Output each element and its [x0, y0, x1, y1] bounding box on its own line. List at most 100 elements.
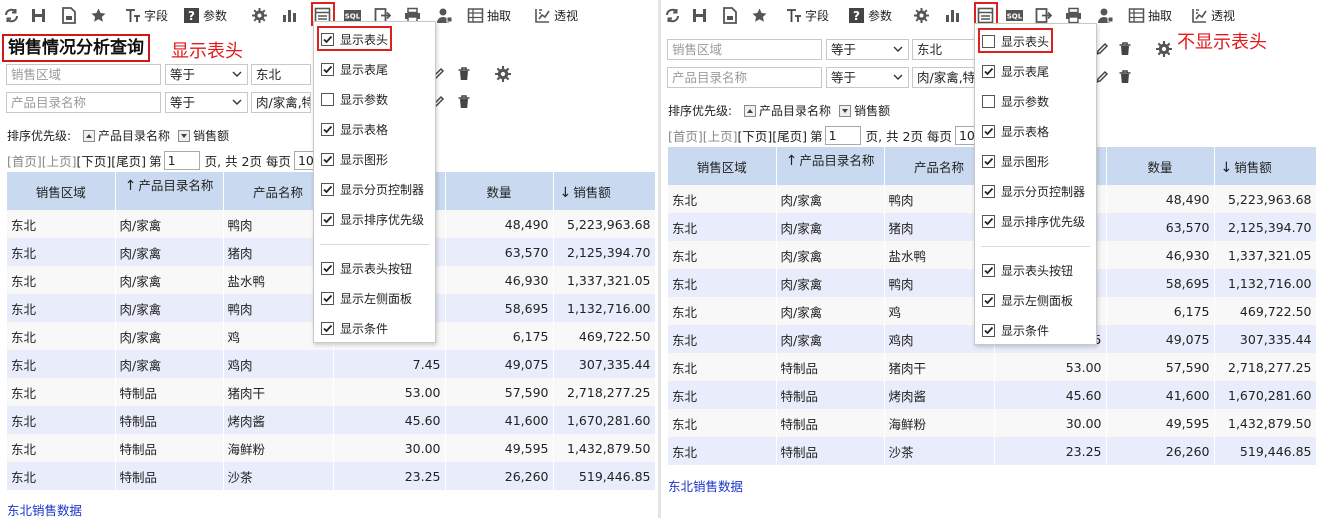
pager-last[interactable]: [尾页]: [111, 151, 146, 170]
header-region[interactable]: 销售区域: [7, 172, 116, 210]
checkbox-checked-icon[interactable]: [321, 182, 334, 196]
menu-option[interactable]: 显示表尾: [321, 59, 388, 79]
save-as-button[interactable]: [60, 4, 77, 26]
favorite-button[interactable]: [90, 4, 107, 26]
menu-option[interactable]: 显示条件: [982, 320, 1049, 340]
sort-chip-sales[interactable]: 销售额: [839, 102, 890, 119]
checkbox-checked-icon[interactable]: [321, 321, 334, 335]
pivot-button[interactable]: 透视: [534, 4, 578, 26]
param-button[interactable]: ? 参数: [183, 4, 227, 26]
menu-option[interactable]: 显示表头按钮: [321, 258, 412, 278]
save-button[interactable]: [30, 4, 47, 26]
menu-option[interactable]: 显示左侧面板: [982, 290, 1073, 310]
user-button[interactable]: [1097, 4, 1114, 26]
sort-chip-category[interactable]: 产品目录名称: [744, 102, 831, 119]
checkbox-checked-icon[interactable]: [982, 154, 995, 168]
filter-field-region[interactable]: 销售区域: [6, 64, 161, 85]
filter-operator-category[interactable]: 等于: [826, 67, 909, 88]
header-category[interactable]: ↑ 产品目录名称: [776, 147, 885, 185]
filter-operator-category[interactable]: 等于: [165, 92, 248, 113]
menu-option[interactable]: 显示左侧面板: [321, 288, 412, 308]
header-category[interactable]: ↑ 产品目录名称: [115, 172, 224, 210]
pager-page-input[interactable]: 1: [824, 126, 861, 145]
chart-button[interactable]: [944, 4, 961, 26]
sort-chip-category[interactable]: 产品目录名称: [83, 127, 170, 144]
menu-option[interactable]: 显示参数: [982, 91, 1049, 111]
checkbox-checked-icon[interactable]: [321, 152, 334, 166]
footer-link[interactable]: 东北销售数据: [7, 500, 82, 518]
pager-prev[interactable]: [上页]: [703, 126, 738, 145]
sort-chip-sales[interactable]: 销售额: [178, 127, 229, 144]
trash-icon[interactable]: [1117, 69, 1133, 85]
checkbox-checked-icon[interactable]: [321, 291, 334, 305]
menu-option[interactable]: 显示表格: [982, 121, 1049, 141]
header-region[interactable]: 销售区域: [668, 147, 777, 185]
trash-icon[interactable]: [456, 94, 472, 110]
save-button[interactable]: [691, 4, 708, 26]
checkbox-checked-icon[interactable]: [982, 323, 995, 337]
header-quantity[interactable]: 数量: [1106, 147, 1215, 185]
settings-button[interactable]: [251, 4, 268, 26]
field-button[interactable]: 字段: [124, 4, 168, 26]
settings-gear-icon[interactable]: [1155, 40, 1173, 58]
checkbox-checked-icon[interactable]: [321, 212, 334, 226]
footer-link[interactable]: 东北销售数据: [668, 476, 743, 495]
extract-button[interactable]: 抽取: [1128, 4, 1172, 26]
filter-field-category[interactable]: 产品目录名称: [6, 92, 161, 113]
checkbox-checked-icon[interactable]: [321, 62, 334, 76]
save-as-button[interactable]: [721, 4, 738, 26]
checkbox-unchecked-icon[interactable]: [982, 94, 995, 108]
checkbox-unchecked-icon[interactable]: [321, 92, 334, 106]
trash-icon[interactable]: [456, 66, 472, 82]
menu-option[interactable]: 显示图形: [982, 151, 1049, 171]
filter-field-category[interactable]: 产品目录名称: [667, 67, 822, 88]
settings-button[interactable]: [913, 4, 930, 26]
checkbox-checked-icon[interactable]: [321, 122, 334, 136]
filter-value-region[interactable]: 东北: [251, 64, 311, 85]
header-quantity[interactable]: 数量: [445, 172, 554, 210]
settings-gear-icon[interactable]: [494, 65, 512, 83]
extract-button[interactable]: 抽取: [467, 4, 511, 26]
menu-option[interactable]: 显示图形: [321, 149, 388, 169]
menu-option[interactable]: 显示表格: [321, 119, 388, 139]
menu-option[interactable]: 显示排序优先级: [982, 211, 1085, 231]
menu-option[interactable]: 显示条件: [321, 318, 388, 338]
trash-icon[interactable]: [1117, 41, 1133, 57]
menu-option[interactable]: 显示表头按钮: [982, 260, 1073, 280]
checkbox-checked-icon[interactable]: [321, 261, 334, 275]
pager-first[interactable]: [首页]: [7, 151, 42, 170]
checkbox-checked-icon[interactable]: [982, 293, 995, 307]
filter-value-category[interactable]: 肉/家禽,特: [251, 92, 311, 113]
favorite-button[interactable]: [751, 4, 768, 26]
checkbox-checked-icon[interactable]: [982, 64, 995, 78]
pager-next[interactable]: [下页]: [77, 151, 112, 170]
menu-option[interactable]: 显示排序优先级: [321, 209, 424, 229]
header-sales[interactable]: ↓ 销售额: [553, 172, 656, 210]
pivot-button[interactable]: 透视: [1191, 4, 1235, 26]
checkbox-checked-icon[interactable]: [982, 214, 995, 228]
pager-page-input[interactable]: 1: [163, 151, 200, 170]
refresh-button[interactable]: [664, 4, 681, 26]
filter-operator-region[interactable]: 等于: [165, 64, 248, 85]
pager-last[interactable]: [尾页]: [772, 126, 807, 145]
pager-first[interactable]: [首页]: [668, 126, 703, 145]
header-sales[interactable]: ↓ 销售额: [1214, 147, 1317, 185]
filter-field-region[interactable]: 销售区域: [667, 39, 822, 60]
pager-prev[interactable]: [上页]: [42, 151, 77, 170]
param-button[interactable]: ? 参数: [848, 4, 892, 26]
checkbox-checked-icon[interactable]: [982, 263, 995, 277]
user-button[interactable]: [436, 4, 453, 26]
menu-option[interactable]: 显示分页控制器: [982, 181, 1085, 201]
filter-operator-region[interactable]: 等于: [826, 39, 909, 60]
field-button[interactable]: 字段: [785, 4, 829, 26]
filter-value-region[interactable]: 东北: [912, 39, 976, 60]
menu-option[interactable]: 显示参数: [321, 89, 388, 109]
checkbox-checked-icon[interactable]: [982, 124, 995, 138]
menu-option[interactable]: 显示表尾: [982, 61, 1049, 81]
refresh-button[interactable]: [3, 4, 20, 26]
checkbox-checked-icon[interactable]: [982, 184, 995, 198]
pager-next[interactable]: [下页]: [738, 126, 773, 145]
chart-button[interactable]: [281, 4, 298, 26]
filter-value-category[interactable]: 肉/家禽,特: [912, 67, 976, 88]
menu-option[interactable]: 显示分页控制器: [321, 179, 424, 199]
